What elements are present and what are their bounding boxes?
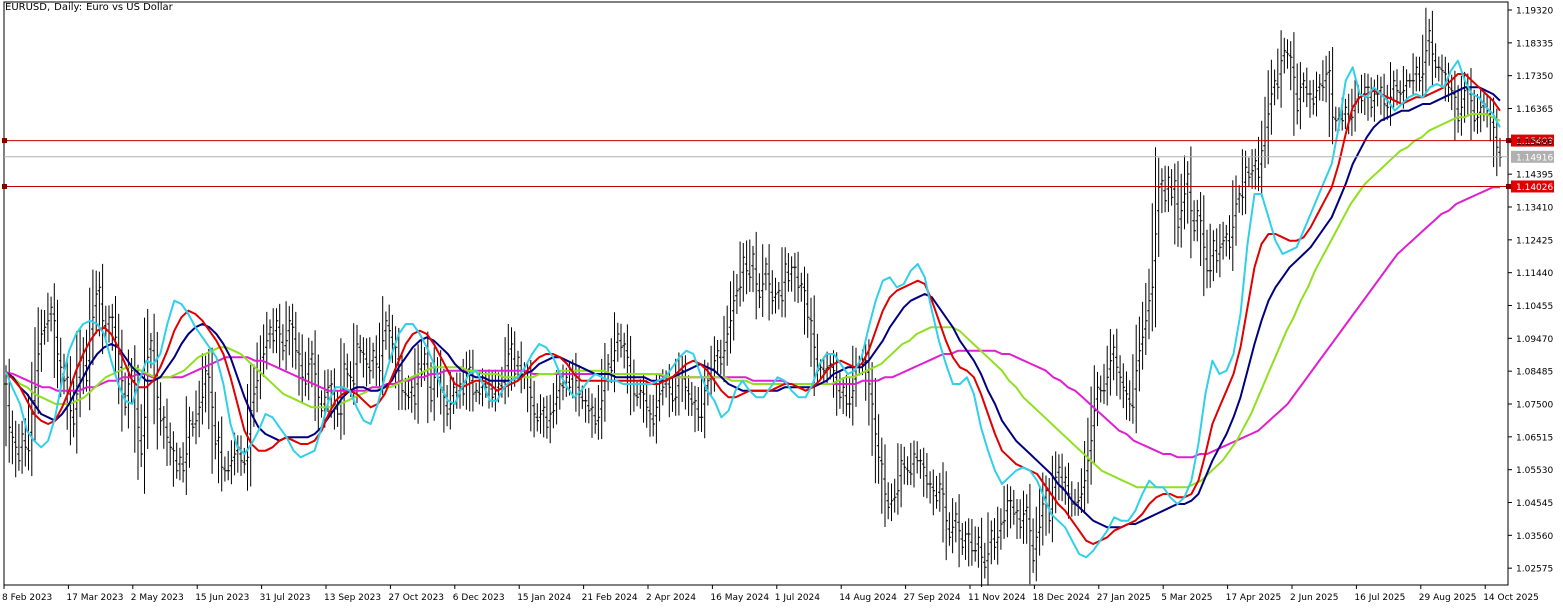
y-tick-label: 1.05530: [1516, 466, 1553, 476]
y-tick-label: 1.02575: [1516, 565, 1553, 575]
ma-lime-line: [5, 113, 1501, 489]
x-tick-label: 27 Jan 2025: [1097, 593, 1151, 603]
level-line-handle[interactable]: [2, 183, 7, 189]
x-tick-label: 13 Sep 2023: [324, 593, 381, 603]
x-tick-label: 21 Feb 2024: [582, 593, 638, 603]
x-tick-label: 15 Jun 2023: [195, 593, 249, 603]
y-tick-label: 1.08485: [1516, 368, 1553, 378]
ma-red-line: [5, 73, 1501, 545]
x-tick-label: 1 Jul 2024: [775, 593, 820, 603]
x-tick-label: 2 Jun 2025: [1290, 593, 1338, 603]
level-line-handle[interactable]: [2, 138, 7, 144]
y-tick-label: 1.11440: [1516, 269, 1553, 279]
y-tick-label: 1.19320: [1516, 7, 1553, 17]
y-tick-label: 1.06515: [1516, 433, 1553, 443]
ma-cyan-line: [5, 59, 1501, 559]
x-tick-label: 8 Feb 2023: [2, 593, 52, 603]
y-tick-label: 1.17350: [1516, 72, 1553, 82]
price-label-text: 1.14026: [1516, 183, 1553, 193]
x-tick-label: 2 May 2023: [131, 593, 184, 603]
x-tick-label: 17 Mar 2023: [66, 593, 123, 603]
x-tick-label: 11 Nov 2024: [968, 593, 1026, 603]
price-bars: [4, 7, 1502, 587]
y-tick-label: 1.18335: [1516, 39, 1553, 49]
y-tick-label: 1.12425: [1516, 236, 1553, 246]
x-tick-label: 17 Apr 2025: [1226, 593, 1282, 603]
y-tick-label: 1.15380: [1516, 138, 1553, 148]
x-tick-label: 5 Mar 2025: [1161, 593, 1212, 603]
y-tick-label: 1.03560: [1516, 532, 1553, 542]
x-tick-label: 18 Dec 2024: [1032, 593, 1090, 603]
x-tick-label: 29 Aug 2025: [1419, 593, 1477, 603]
y-tick-label: 1.07500: [1516, 401, 1553, 411]
level-line-handle[interactable]: [1506, 138, 1511, 144]
price-chart[interactable]: 1.154031.149161.140261.193201.183351.173…: [0, 0, 1563, 608]
x-tick-label: 14 Oct 2025: [1483, 593, 1539, 603]
x-tick-label: 2 Apr 2024: [646, 593, 696, 603]
bid-label-text: 1.14916: [1516, 153, 1553, 163]
y-tick-label: 1.16365: [1516, 105, 1553, 115]
x-tick-label: 27 Sep 2024: [904, 593, 961, 603]
y-tick-label: 1.09470: [1516, 335, 1553, 345]
x-tick-label: 15 Jan 2024: [517, 593, 571, 603]
y-tick-label: 1.14395: [1516, 171, 1553, 181]
x-tick-label: 6 Dec 2023: [453, 593, 505, 603]
y-tick-label: 1.13410: [1516, 204, 1553, 214]
x-tick-label: 16 May 2024: [710, 593, 769, 603]
x-tick-label: 16 Jul 2025: [1354, 593, 1405, 603]
x-tick-label: 27 Oct 2023: [388, 593, 444, 603]
chart-window: EURUSD, Daily: Euro vs US Dollar 1.15403 1.…: [0, 0, 1563, 608]
y-tick-label: 1.04545: [1516, 499, 1553, 509]
level-line-handle[interactable]: [1506, 183, 1511, 189]
x-tick-label: 14 Aug 2024: [839, 593, 897, 603]
x-tick-label: 31 Jul 2023: [260, 593, 311, 603]
ma-navy-line: [5, 86, 1501, 529]
y-tick-label: 1.10455: [1516, 302, 1553, 312]
